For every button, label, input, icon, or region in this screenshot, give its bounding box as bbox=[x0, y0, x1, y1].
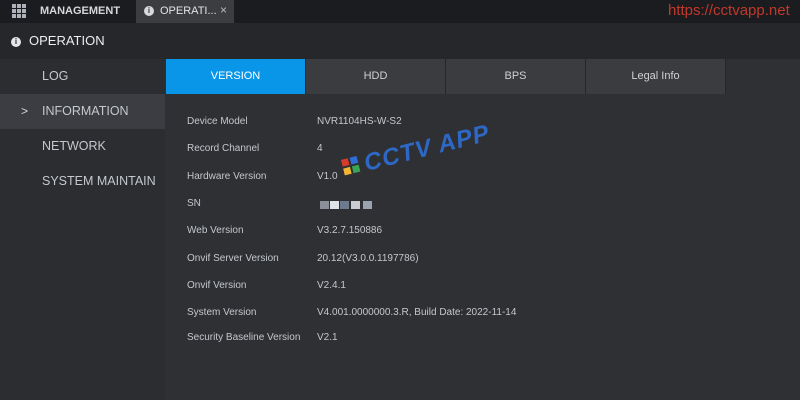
info-icon: i bbox=[11, 37, 21, 47]
info-label: System Version bbox=[187, 307, 257, 318]
sidebar-item-system-maintain[interactable]: SYSTEM MAINTAIN bbox=[0, 164, 165, 199]
tab-version[interactable]: VERSION bbox=[166, 59, 306, 94]
info-label: Onvif Server Version bbox=[187, 253, 279, 264]
page-header: i OPERATION bbox=[0, 23, 800, 59]
sidebar-item-label: INFORMATION bbox=[42, 104, 129, 118]
info-label: Record Channel bbox=[187, 143, 260, 154]
sn-redacted bbox=[320, 198, 376, 212]
sidebar-item-label: SYSTEM MAINTAIN bbox=[42, 174, 156, 188]
info-value: V2.4.1 bbox=[317, 280, 346, 291]
info-icon: i bbox=[144, 6, 154, 16]
info-value: V3.2.7.150886 bbox=[317, 225, 383, 236]
info-label: SN bbox=[187, 198, 201, 209]
tab-operation[interactable]: i OPERATI... × bbox=[136, 0, 234, 23]
page-title: OPERATION bbox=[29, 33, 105, 48]
content-panel: VERSION HDD BPS Legal Info Device Model … bbox=[165, 59, 800, 400]
tab-hdd[interactable]: HDD bbox=[306, 59, 446, 94]
sidebar-item-log[interactable]: LOG bbox=[0, 59, 165, 94]
sidebar-item-network[interactable]: NETWORK bbox=[0, 129, 165, 164]
tab-operation-label: OPERATI... bbox=[160, 5, 217, 17]
tab-bps[interactable]: BPS bbox=[446, 59, 586, 94]
tab-management[interactable]: MANAGEMENT bbox=[40, 0, 120, 23]
tab-legal-info[interactable]: Legal Info bbox=[586, 59, 726, 94]
info-value: V2.1 bbox=[317, 332, 338, 343]
info-value: V4.001.0000000.3.R, Build Date: 2022-11-… bbox=[317, 307, 517, 318]
sidebar: LOG > INFORMATION NETWORK SYSTEM MAINTAI… bbox=[0, 59, 165, 400]
apps-grid-icon[interactable] bbox=[12, 4, 26, 18]
watermark-url: https://cctvapp.net bbox=[668, 2, 790, 19]
sidebar-item-information[interactable]: > INFORMATION bbox=[0, 94, 165, 129]
chevron-right-icon: > bbox=[21, 104, 29, 118]
sidebar-item-label: LOG bbox=[42, 69, 69, 83]
info-label: Onvif Version bbox=[187, 280, 247, 291]
top-tab-bar: MANAGEMENT i OPERATI... × https://cctvap… bbox=[0, 0, 800, 23]
info-label: Web Version bbox=[187, 225, 244, 236]
close-icon[interactable]: × bbox=[220, 0, 227, 21]
sidebar-item-label: NETWORK bbox=[42, 139, 106, 153]
info-label: Device Model bbox=[187, 116, 248, 127]
info-label: Security Baseline Version bbox=[187, 332, 301, 343]
info-value: 20.12(V3.0.0.1197786) bbox=[317, 253, 419, 264]
info-label: Hardware Version bbox=[187, 171, 267, 182]
